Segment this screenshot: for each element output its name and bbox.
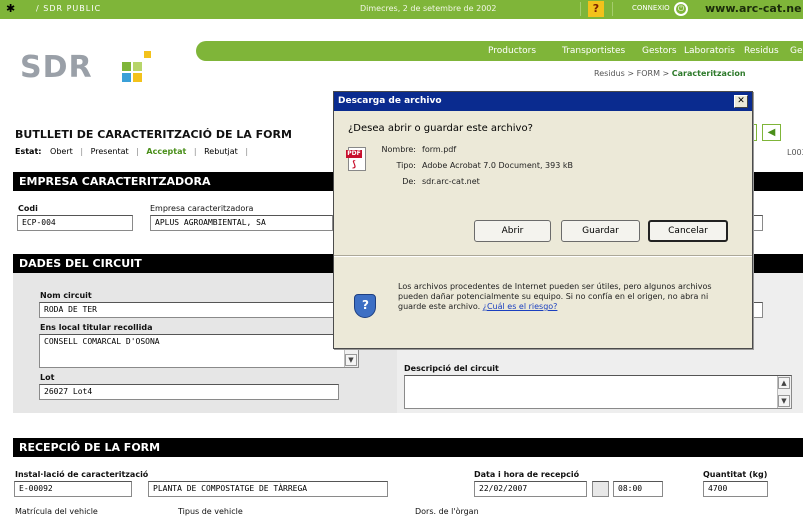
site-url[interactable]: www.arc-cat.ne	[705, 2, 802, 15]
dialog-title[interactable]: Descarga de archivo	[334, 92, 752, 111]
ens-label: Ens local titular recollida	[40, 323, 153, 332]
calendar-icon[interactable]	[592, 481, 609, 497]
pin-icon[interactable]: ✱	[6, 2, 15, 15]
state-presentat: Presentat	[90, 147, 129, 156]
menu-transportistes[interactable]: Transportistes	[562, 46, 625, 56]
security-shield-icon: ?	[354, 294, 376, 318]
circuit-extra-field[interactable]	[753, 302, 763, 318]
type-key: Tipo:	[396, 161, 416, 170]
main-menu: Productors Transportistes Gestors Labora…	[196, 41, 803, 61]
empresa-extra-field[interactable]	[753, 215, 763, 231]
quantitat-label: Quantitat (kg)	[703, 470, 768, 479]
reference-code: L003	[787, 148, 803, 157]
state-bar: Estat: Obert | Presentat | Acceptat | Re…	[15, 147, 249, 156]
time-field[interactable]: 08:00	[613, 481, 663, 497]
dialog-warning: Los archivos procedentes de Internet pue…	[398, 282, 738, 312]
quantitat-field[interactable]: 4700	[703, 481, 768, 497]
cancel-button[interactable]: Cancelar	[648, 220, 728, 242]
logo-square	[144, 51, 151, 58]
matricula-label: Matrícula del vehicle	[15, 507, 98, 516]
top-bar: ✱ / SDR PUBLIC Dimecres, 2 de setembre d…	[0, 0, 803, 19]
dors-label: Dors. de l'òrgan	[415, 507, 479, 516]
logo-square	[122, 73, 131, 82]
logo: SDR	[20, 50, 151, 85]
dialog-question: ¿Desea abrir o guardar este archivo?	[348, 123, 533, 134]
data-label: Data i hora de recepció	[474, 470, 580, 479]
scroll-down-icon[interactable]: ▼	[778, 395, 790, 407]
desc-scrollbar[interactable]: ▲ ▼	[777, 376, 791, 408]
state-rebutjat: Rebutjat	[204, 147, 238, 156]
name-value: form.pdf	[422, 145, 457, 154]
divider	[334, 256, 752, 257]
logo-square	[133, 73, 142, 82]
ens-field[interactable]: CONSELL COMARCAL D'OSONA	[39, 334, 359, 368]
scroll-up-icon[interactable]: ▲	[778, 377, 790, 389]
logo-square	[122, 62, 131, 71]
divider	[580, 2, 581, 16]
connect-label: CONNEXIO	[632, 4, 670, 12]
menu-gestors[interactable]: Gestors	[642, 46, 677, 56]
type-value: Adobe Acrobat 7.0 Document, 393 kB	[422, 161, 573, 170]
empresa-label: Empresa caracteritzadora	[150, 204, 254, 213]
nom-field[interactable]: RODA DE TER	[39, 302, 339, 318]
nom-label: Nom circuit	[40, 291, 92, 300]
date-label: Dimecres, 2 de setembre de 2002	[360, 4, 497, 13]
menu-productors[interactable]: Productors	[488, 46, 536, 56]
tipus-label: Tipus de vehicle	[178, 507, 243, 516]
menu-residus[interactable]: Residus	[744, 46, 779, 56]
desc-field[interactable]	[404, 375, 792, 409]
logo-text: SDR	[20, 50, 93, 85]
state-obert: Obert	[50, 147, 73, 156]
breadcrumb-current: Caracteritzacion	[671, 69, 746, 78]
empresa-field[interactable]: APLUS AGROAMBIENTAL, SA	[150, 215, 333, 231]
menu-laboratoris[interactable]: Laboratoris	[684, 46, 735, 56]
user-label: / SDR PUBLIC	[36, 4, 102, 13]
desc-label: Descripció del circuit	[404, 364, 499, 373]
close-icon[interactable]: ✕	[734, 95, 748, 108]
lot-field[interactable]: 26027 Lot4	[39, 384, 339, 400]
instal-code-field[interactable]: E-00092	[14, 481, 132, 497]
from-key: De:	[402, 177, 416, 186]
state-acceptat: Acceptat	[146, 147, 187, 156]
back-button[interactable]: ◀	[762, 124, 781, 141]
menu-gene[interactable]: Gene	[790, 46, 803, 56]
codi-field[interactable]: ECP-004	[17, 215, 133, 231]
codi-label: Codi	[18, 204, 38, 213]
power-icon[interactable]: ⏻	[674, 2, 688, 16]
logo-square	[133, 62, 142, 71]
section-recepcio: RECEPCIÓ DE LA FORM	[13, 438, 803, 457]
divider	[612, 2, 613, 16]
open-button[interactable]: Abrir	[474, 220, 551, 242]
breadcrumb: Residus > FORM > Caracteritzacion	[594, 69, 746, 78]
date-field[interactable]: 22/02/2007	[474, 481, 587, 497]
lot-label: Lot	[40, 373, 55, 382]
breadcrumb-path[interactable]: Residus > FORM >	[594, 69, 672, 78]
page-title: BUTLLETI DE CARACTERITZACIÓ DE LA FORM	[15, 128, 292, 141]
instal-label: Instal·lació de caracterització	[15, 470, 149, 479]
help-button[interactable]: ?	[588, 1, 604, 17]
name-key: Nombre:	[381, 145, 416, 154]
instal-name-field[interactable]: PLANTA DE COMPOSTATGE DE TÀRREGA	[148, 481, 388, 497]
scroll-down-icon[interactable]: ▼	[345, 354, 357, 366]
download-dialog: Descarga de archivo ✕ ¿Desea abrir o gua…	[333, 91, 753, 349]
risk-link[interactable]: ¿Cuál es el riesgo?	[483, 302, 558, 311]
from-value: sdr.arc-cat.net	[422, 177, 480, 186]
pdf-file-icon: PDF ⟆	[346, 147, 366, 171]
state-label: Estat:	[15, 147, 42, 156]
save-button[interactable]: Guardar	[561, 220, 640, 242]
